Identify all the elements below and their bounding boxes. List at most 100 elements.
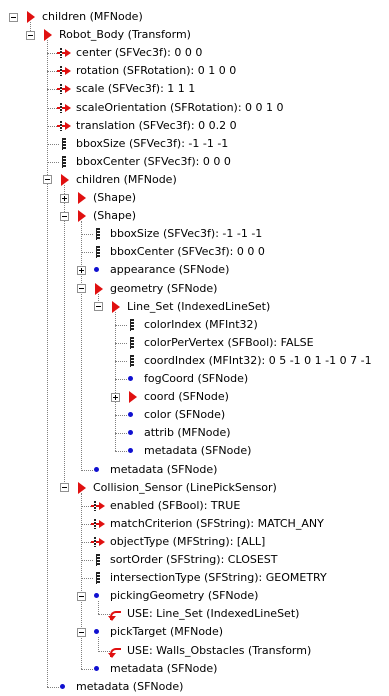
tree-item-scaleorientation[interactable]: scaleOrientation (SFRotation): 0 0 1 0: [56, 99, 284, 117]
tree-item-label: (Shape): [93, 191, 137, 204]
tree-item-pickinggeometry[interactable]: pickingGeometry (SFNode): [77, 587, 258, 605]
node-triangle-icon: [22, 10, 38, 24]
sfnode-dot-icon: [90, 662, 106, 676]
field-icon: [90, 571, 106, 585]
tree-connector-line: [64, 184, 65, 488]
sfnode-dot-icon: [90, 263, 106, 277]
field-arrow-icon: [90, 517, 106, 531]
tree-item-picktarget[interactable]: pickTarget (MFNode): [77, 623, 223, 641]
tree-item-label: metadata (SFNode): [110, 661, 218, 675]
expand-toggle[interactable]: [60, 193, 69, 203]
tree-item-label: USE: Line_Set (IndexedLineSet): [127, 607, 300, 621]
tree-item-coord[interactable]: coord (SFNode): [111, 388, 229, 406]
tree-item-label: colorPerVertex (SFBool): FALSE: [144, 335, 314, 349]
tree-item-label: children (MFNode): [42, 10, 143, 23]
collapse-toggle[interactable]: [77, 284, 86, 293]
tree-item-use-line-set[interactable]: USE: Line_Set (IndexedLineSet): [107, 605, 299, 623]
tree-item-line-set[interactable]: Line_Set (IndexedLineSet): [94, 298, 270, 316]
tree-item-bboxcenter[interactable]: bboxCenter (SFVec3f): 0 0 0: [56, 153, 231, 171]
tree-item-shape[interactable]: (Shape): [60, 207, 136, 225]
tree-item-center[interactable]: center (SFVec3f): 0 0 0: [56, 44, 202, 62]
sfnode-dot-icon: [90, 589, 106, 603]
tree-item-attrib[interactable]: attrib (MFNode): [124, 424, 231, 442]
field-icon: [124, 318, 140, 332]
field-icon: [56, 137, 72, 151]
node-triangle-icon: [73, 209, 89, 223]
tree-item-bboxsize[interactable]: bboxSize (SFVec3f): -1 -1 -1: [90, 225, 262, 243]
tree-item-label: bboxSize (SFVec3f): -1 -1 -1: [76, 136, 229, 150]
tree-item-appearance[interactable]: appearance (SFNode): [77, 261, 229, 279]
sfnode-dot-icon: [124, 444, 140, 458]
tree-item-metadata[interactable]: metadata (SFNode): [124, 442, 251, 460]
expand-toggle[interactable]: [77, 265, 86, 275]
tree-item-label: appearance (SFNode): [110, 263, 230, 277]
collapse-toggle[interactable]: [77, 591, 86, 601]
field-arrow-icon: [56, 101, 72, 115]
node-triangle-icon: [90, 282, 106, 296]
tree-item-color[interactable]: color (SFNode): [124, 406, 225, 424]
tree-item-label: Collision_Sensor (LinePickSensor): [93, 480, 277, 494]
collapse-toggle[interactable]: [60, 483, 69, 493]
field-arrow-icon: [56, 64, 72, 78]
field-arrow-icon: [90, 535, 106, 549]
tree-item-bboxcenter[interactable]: bboxCenter (SFVec3f): 0 0 0: [90, 243, 265, 261]
node-triangle-icon: [39, 28, 55, 42]
collapse-toggle[interactable]: [43, 175, 52, 185]
collapse-toggle[interactable]: [9, 12, 18, 22]
tree-item-intersectiontype[interactable]: intersectionType (SFString): GEOMETRY: [90, 569, 327, 587]
use-reference-icon: [107, 644, 123, 658]
tree-item-metadata[interactable]: metadata (SFNode): [90, 660, 217, 678]
tree-item-geometry[interactable]: geometry (SFNode): [77, 280, 217, 298]
tree-item-label: objectType (MFString): [ALL]: [110, 534, 266, 548]
tree-item-use-walls-obstacles[interactable]: USE: Walls_Obstacles (Transform): [107, 642, 311, 660]
tree-item-label: USE: Walls_Obstacles (Transform): [127, 643, 312, 657]
tree-item-enabled[interactable]: enabled (SFBool): TRUE: [90, 497, 240, 515]
tree-item-bboxsize[interactable]: bboxSize (SFVec3f): -1 -1 -1: [56, 135, 228, 153]
tree-item-label: sortOrder (SFString): CLOSEST: [110, 553, 278, 566]
tree-item-translation[interactable]: translation (SFVec3f): 0 0.2 0: [56, 117, 237, 135]
tree-item-scale[interactable]: scale (SFVec3f): 1 1 1: [56, 80, 195, 98]
tree-item-shape[interactable]: (Shape): [60, 189, 136, 207]
collapse-toggle[interactable]: [60, 211, 69, 221]
tree-item-rotation[interactable]: rotation (SFRotation): 0 1 0 0: [56, 62, 236, 80]
tree-item-label: center (SFVec3f): 0 0 0: [76, 46, 203, 60]
tree-item-label: colorIndex (MFInt32): [144, 317, 258, 331]
tree-item-label: matchCriterion (SFString): MATCH_ANY: [110, 516, 324, 530]
tree-item-label: geometry (SFNode): [110, 281, 218, 295]
tree-item-collision-sensor[interactable]: Collision_Sensor (LinePickSensor): [60, 479, 277, 497]
tree-item-label: color (SFNode): [144, 408, 226, 422]
scene-tree: children (MFNode) Robot_Body (Transform) c…: [0, 0, 389, 693]
field-icon: [90, 227, 106, 241]
tree-item-sortorder[interactable]: sortOrder (SFString): CLOSEST: [90, 551, 278, 569]
tree-item-metadata[interactable]: metadata (SFNode): [90, 461, 217, 479]
field-icon: [90, 245, 106, 259]
expand-toggle[interactable]: [111, 392, 120, 402]
collapse-toggle[interactable]: [77, 627, 86, 637]
sfnode-dot-icon: [124, 372, 140, 386]
tree-item-colorindex[interactable]: colorIndex (MFInt32): [124, 316, 258, 334]
tree-item-metadata[interactable]: metadata (SFNode): [56, 678, 183, 696]
tree-item-matchcriterion[interactable]: matchCriterion (SFString): MATCH_ANY: [90, 515, 324, 533]
tree-item-label: rotation (SFRotation): 0 1 0 0: [76, 64, 237, 78]
tree-item-robot-body[interactable]: Robot_Body (Transform): [26, 26, 191, 44]
tree-connector-line: [81, 221, 82, 470]
tree-item-label: translation (SFVec3f): 0 0.2 0: [76, 118, 237, 132]
tree-item-colorpervertex[interactable]: colorPerVertex (SFBool): FALSE: [124, 334, 314, 352]
tree-item-label: coordIndex (MFInt32): 0 5 -1 0 1 -1 0 7 …: [144, 353, 372, 367]
tree-item-label: scale (SFVec3f): 1 1 1: [76, 82, 196, 96]
tree-item-objecttype[interactable]: objectType (MFString): [ALL]: [90, 533, 265, 551]
tree-item-coordindex[interactable]: coordIndex (MFInt32): 0 5 -1 0 1 -1 0 7 …: [124, 352, 372, 370]
tree-connector-line: [47, 40, 48, 687]
tree-item-children[interactable]: children (MFNode): [9, 8, 143, 26]
tree-item-fogcoord[interactable]: fogCoord (SFNode): [124, 370, 248, 388]
tree-item-children[interactable]: children (MFNode): [43, 171, 177, 189]
field-icon: [124, 336, 140, 350]
collapse-toggle[interactable]: [94, 302, 103, 312]
tree-item-label: bboxSize (SFVec3f): -1 -1 -1: [110, 227, 263, 241]
tree-item-label: Line_Set (IndexedLineSet): [127, 299, 271, 313]
field-arrow-icon: [56, 46, 72, 60]
node-triangle-icon: [56, 173, 72, 187]
collapse-toggle[interactable]: [26, 30, 35, 40]
field-arrow-icon: [56, 82, 72, 96]
node-triangle-icon: [124, 390, 140, 404]
